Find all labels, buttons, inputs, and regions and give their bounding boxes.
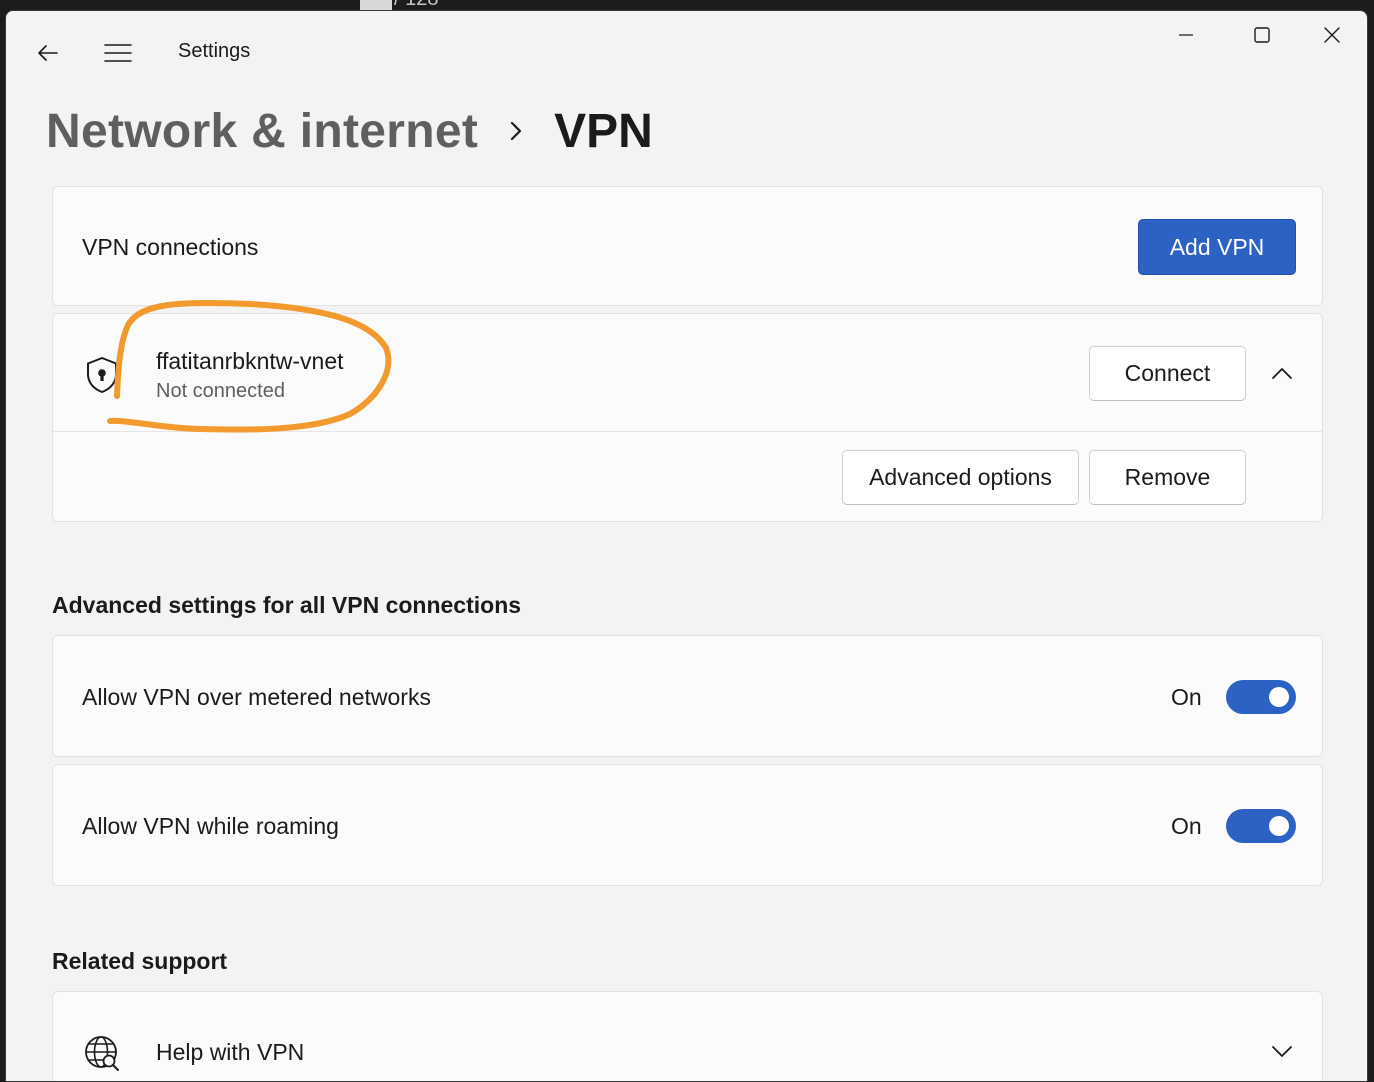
vpn-connections-card: VPN connections Add VPN bbox=[52, 186, 1323, 306]
toggle-knob bbox=[1269, 816, 1289, 836]
roaming-state: On bbox=[1171, 813, 1202, 839]
vpn-name: ffatitanrbkntw-vnet bbox=[156, 348, 344, 374]
toggle-knob bbox=[1269, 687, 1289, 707]
related-support-heading: Related support bbox=[52, 948, 228, 974]
advanced-options-button[interactable]: Advanced options bbox=[842, 450, 1079, 505]
title-bar: Settings bbox=[6, 11, 1367, 91]
back-button[interactable] bbox=[26, 31, 70, 75]
hamburger-menu-icon bbox=[104, 44, 132, 62]
close-button[interactable] bbox=[1298, 15, 1366, 55]
maximize-icon bbox=[1254, 27, 1270, 43]
back-arrow-icon bbox=[38, 45, 58, 61]
maximize-button[interactable] bbox=[1228, 15, 1296, 55]
shield-lock-icon bbox=[85, 356, 119, 399]
breadcrumb: Network & internet VPN bbox=[46, 91, 653, 171]
app-title: Settings bbox=[178, 40, 251, 62]
vpn-entry-divider bbox=[53, 431, 1322, 432]
metered-networks-label: Allow VPN over metered networks bbox=[82, 684, 431, 710]
help-with-vpn-label: Help with VPN bbox=[156, 1039, 305, 1065]
advanced-settings-heading: Advanced settings for all VPN connection… bbox=[52, 592, 522, 618]
expand-button[interactable] bbox=[1260, 1030, 1304, 1074]
connect-button[interactable]: Connect bbox=[1089, 346, 1246, 401]
help-with-vpn-card[interactable]: Help with VPN bbox=[52, 991, 1323, 1081]
metered-networks-toggle[interactable] bbox=[1226, 680, 1296, 714]
chevron-up-icon bbox=[1272, 368, 1292, 379]
vpn-connections-label: VPN connections bbox=[82, 234, 259, 260]
remove-button[interactable]: Remove bbox=[1089, 450, 1246, 505]
metered-networks-state: On bbox=[1171, 684, 1202, 710]
vpn-entry-header[interactable]: ffatitanrbkntw-vnet Not connected Connec… bbox=[53, 314, 1322, 431]
roaming-card: Allow VPN while roaming On bbox=[52, 764, 1323, 886]
settings-window: Settings Network & internet VPN VPN conn… bbox=[5, 10, 1368, 1082]
background-window-edge bbox=[360, 0, 392, 10]
minimize-icon bbox=[1179, 34, 1193, 36]
close-icon bbox=[1324, 27, 1340, 43]
vpn-entry-card: ffatitanrbkntw-vnet Not connected Connec… bbox=[52, 313, 1323, 522]
minimize-button[interactable] bbox=[1152, 15, 1220, 55]
page-title: VPN bbox=[554, 104, 653, 158]
roaming-toggle[interactable] bbox=[1226, 809, 1296, 843]
navigation-menu-button[interactable] bbox=[96, 31, 140, 75]
roaming-label: Allow VPN while roaming bbox=[82, 813, 339, 839]
metered-networks-card: Allow VPN over metered networks On bbox=[52, 635, 1323, 757]
collapse-button[interactable] bbox=[1260, 351, 1304, 395]
breadcrumb-parent-link[interactable]: Network & internet bbox=[46, 104, 478, 159]
chevron-down-icon bbox=[1272, 1046, 1292, 1057]
globe-search-icon bbox=[83, 1034, 121, 1077]
add-vpn-button[interactable]: Add VPN bbox=[1138, 219, 1296, 275]
chevron-right-icon bbox=[508, 119, 524, 143]
vpn-status: Not connected bbox=[156, 380, 285, 402]
